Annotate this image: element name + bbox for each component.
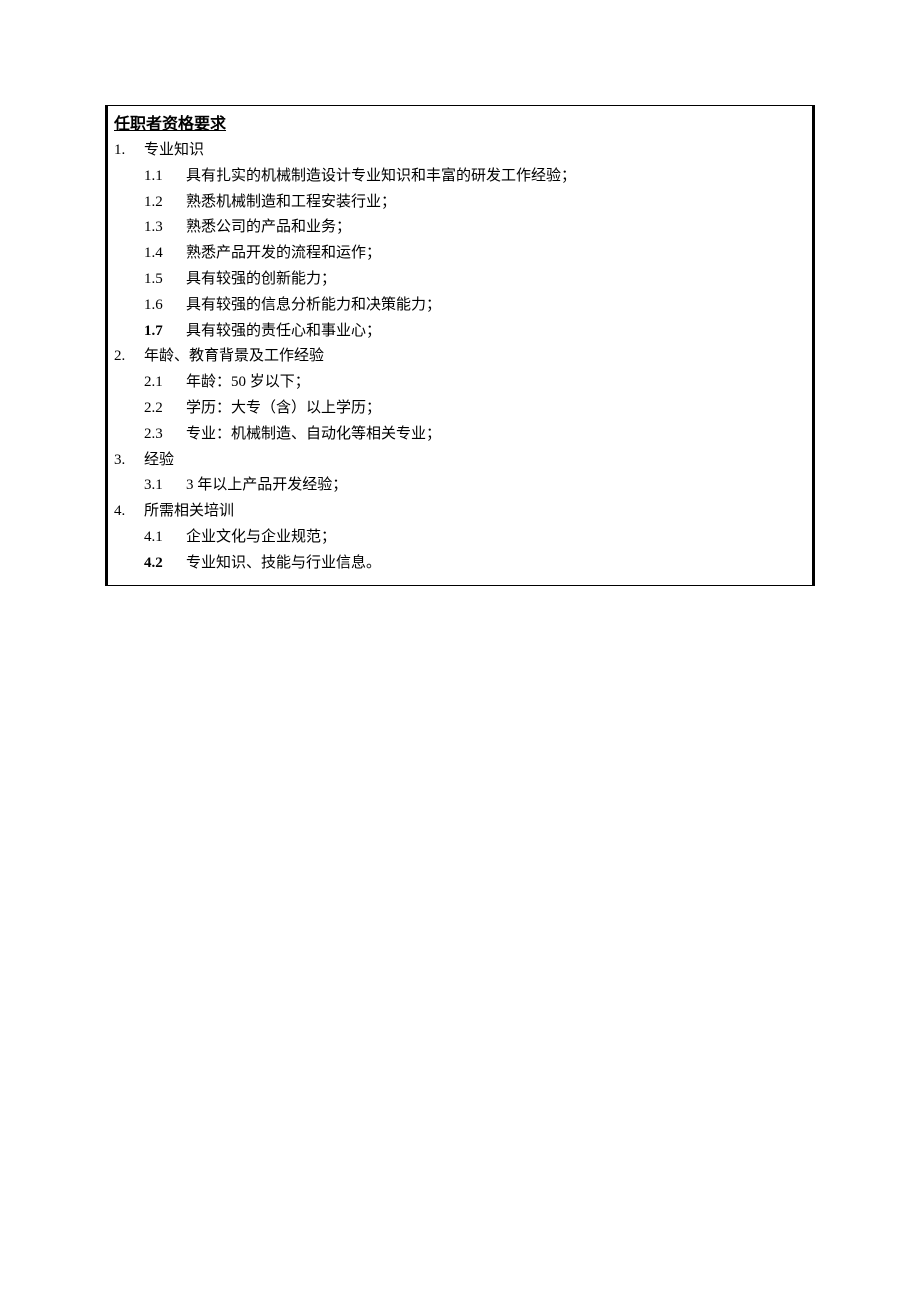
section-label: 所需相关培训 [144, 503, 234, 519]
list-item: 2.年龄、教育背景及工作经验 [114, 344, 806, 370]
list-item: 4.1企业文化与企业规范； [114, 525, 806, 551]
item-text: 具有扎实的机械制造设计专业知识和丰富的研发工作经验； [186, 168, 576, 184]
item-number: 2.3 [144, 422, 186, 448]
list-item: 1.5具有较强的创新能力； [114, 267, 806, 293]
list-item: 1.专业知识 [114, 138, 806, 164]
item-number: 1.6 [144, 293, 186, 319]
item-number: 1.5 [144, 267, 186, 293]
section-number: 1. [114, 138, 144, 164]
item-number: 2.2 [144, 396, 186, 422]
section-label: 专业知识 [144, 142, 204, 158]
list-item: 2.3专业：机械制造、自动化等相关专业； [114, 422, 806, 448]
item-text: 3 年以上产品开发经验； [186, 477, 347, 493]
section-number: 3. [114, 448, 144, 474]
item-number: 1.3 [144, 215, 186, 241]
list-item: 1.2熟悉机械制造和工程安装行业； [114, 190, 806, 216]
list-item: 1.4熟悉产品开发的流程和运作； [114, 241, 806, 267]
list-item: 3.13 年以上产品开发经验； [114, 473, 806, 499]
list-item: 2.2学历：大专（含）以上学历； [114, 396, 806, 422]
item-number: 2.1 [144, 370, 186, 396]
item-text: 具有较强的创新能力； [186, 271, 336, 287]
item-number: 1.7 [144, 319, 186, 345]
item-text: 专业：机械制造、自动化等相关专业； [186, 426, 441, 442]
item-text: 企业文化与企业规范； [186, 529, 336, 545]
list-item: 2.1年龄：50 岁以下； [114, 370, 806, 396]
list-item: 1.7具有较强的责任心和事业心； [114, 319, 806, 345]
item-text: 学历：大专（含）以上学历； [186, 400, 381, 416]
list-item: 1.6具有较强的信息分析能力和决策能力； [114, 293, 806, 319]
item-number: 4.1 [144, 525, 186, 551]
item-text: 具有较强的信息分析能力和决策能力； [186, 297, 441, 313]
item-text: 专业知识、技能与行业信息。 [186, 555, 381, 571]
item-number: 3.1 [144, 473, 186, 499]
item-number: 1.1 [144, 164, 186, 190]
list-item: 4.2专业知识、技能与行业信息。 [114, 551, 806, 577]
list-item: 1.1具有扎实的机械制造设计专业知识和丰富的研发工作经验； [114, 164, 806, 190]
item-text: 熟悉公司的产品和业务； [186, 219, 351, 235]
section-label: 经验 [144, 452, 174, 468]
item-number: 4.2 [144, 551, 186, 577]
list-item: 3.经验 [114, 448, 806, 474]
section-title: 任职者资格要求 [114, 110, 806, 134]
list-item: 4.所需相关培训 [114, 499, 806, 525]
section-number: 2. [114, 344, 144, 370]
section-label: 年龄、教育背景及工作经验 [144, 348, 324, 364]
item-text: 年龄：50 岁以下； [186, 374, 310, 390]
item-text: 具有较强的责任心和事业心； [186, 323, 381, 339]
section-number: 4. [114, 499, 144, 525]
item-text: 熟悉机械制造和工程安装行业； [186, 194, 396, 210]
item-text: 熟悉产品开发的流程和运作； [186, 245, 381, 261]
requirements-content: 1.专业知识1.1具有扎实的机械制造设计专业知识和丰富的研发工作经验；1.2熟悉… [114, 138, 806, 577]
item-number: 1.2 [144, 190, 186, 216]
list-item: 1.3熟悉公司的产品和业务； [114, 215, 806, 241]
item-number: 1.4 [144, 241, 186, 267]
requirements-box: 任职者资格要求 1.专业知识1.1具有扎实的机械制造设计专业知识和丰富的研发工作… [105, 105, 815, 586]
